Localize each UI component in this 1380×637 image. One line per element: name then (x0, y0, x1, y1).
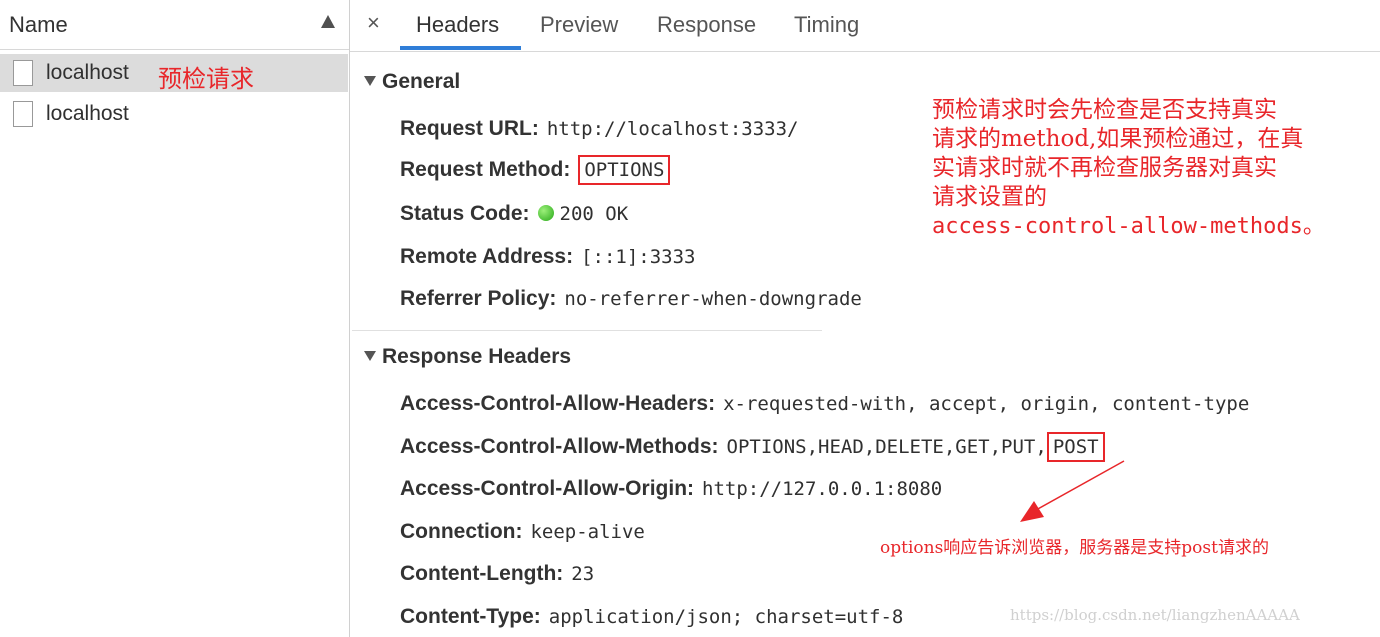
active-tab-indicator (400, 46, 521, 50)
request-name: localhost (46, 61, 129, 84)
header-value: 200 OK (559, 203, 629, 225)
header-key: Content-Length: (400, 562, 564, 585)
header-key: Request URL: (400, 117, 539, 140)
section-divider (352, 330, 822, 331)
sort-ascending-icon[interactable] (321, 15, 335, 28)
header-key: Content-Type: (400, 605, 541, 628)
header-row-connection: Connection: keep-alive (400, 520, 645, 544)
header-row-status-code: Status Code: 200 OK (400, 202, 628, 226)
general-section-title: General (382, 70, 461, 93)
note-line: 实请求时就不再检查服务器对真实 (932, 155, 1277, 181)
header-key: Referrer Policy: (400, 287, 557, 310)
header-value: x-requested-with, accept, origin, conten… (723, 393, 1250, 415)
header-row-allow-headers: Access-Control-Allow-Headers: x-requested… (400, 392, 1249, 416)
header-value: [::1]:3333 (581, 246, 696, 268)
header-key: Request Method: (400, 158, 571, 181)
header-row-content-length: Content-Length: 23 (400, 562, 594, 586)
tab-response[interactable]: Response (657, 12, 756, 38)
response-headers-section-title: Response Headers (382, 345, 572, 368)
preflight-explanation-note: 预检请求时会先检查是否支持真实 请求的method,如果预检通过，在真 实请求时… (932, 96, 1362, 241)
header-value: keep-alive (530, 521, 645, 543)
note-line: 请求的method,如果预检通过，在真 (932, 126, 1304, 152)
header-key: Access-Control-Allow-Methods: (400, 435, 719, 458)
options-response-note: options响应告诉浏览器，服务器是支持post请求的 (880, 538, 1269, 558)
preflight-annotation: 预检请求 (158, 65, 254, 93)
tab-headers[interactable]: Headers (416, 12, 499, 38)
blog-watermark: https://blog.csdn.net/liangzhenAAAAA (1010, 606, 1300, 624)
request-row[interactable]: localhost (0, 95, 348, 133)
annotation-arrow-icon (1020, 460, 1125, 522)
status-ok-icon (537, 205, 554, 221)
header-key: Status Code: (400, 202, 530, 225)
header-value: application/json; charset=utf-8 (548, 606, 904, 628)
close-icon[interactable]: × (367, 10, 380, 36)
header-row-allow-methods: Access-Control-Allow-Methods: OPTIONS,HEA… (400, 428, 1105, 462)
file-icon (13, 60, 33, 86)
name-column-header[interactable]: Name (0, 0, 349, 50)
highlighted-method-value: OPTIONS (578, 155, 671, 185)
note-code-line: access-control-allow-methods。 (932, 214, 1325, 239)
header-value: http://localhost:3333/ (546, 118, 799, 140)
header-row-allow-origin: Access-Control-Allow-Origin: http://127.0… (400, 477, 942, 501)
header-key: Access-Control-Allow-Origin: (400, 477, 695, 500)
general-section-toggle[interactable]: General (364, 70, 460, 94)
header-key: Access-Control-Allow-Headers: (400, 392, 716, 415)
header-value: OPTIONS,HEAD,DELETE,GET,PUT, (726, 436, 1047, 458)
response-headers-section-toggle[interactable]: Response Headers (364, 345, 571, 369)
name-column-label: Name (9, 12, 68, 37)
header-row-request-url: Request URL: http://localhost:3333/ (400, 117, 799, 141)
header-row-content-type: Content-Type: application/json; charset=u… (400, 605, 903, 629)
request-list-panel: Name localhost 预检请求 localhost (0, 0, 350, 637)
note-line: 预检请求时会先检查是否支持真实 (932, 97, 1277, 123)
request-row[interactable]: localhost 预检请求 (0, 54, 348, 93)
header-key: Connection: (400, 520, 523, 543)
header-key: Remote Address: (400, 245, 574, 268)
tab-preview[interactable]: Preview (540, 12, 618, 38)
detail-tab-bar: × Headers Preview Response Timing (350, 0, 1380, 52)
file-icon (13, 101, 33, 127)
header-value: http://127.0.0.1:8080 (702, 478, 943, 500)
header-value: no-referrer-when-downgrade (564, 288, 862, 310)
header-value: 23 (571, 563, 595, 585)
header-row-remote-address: Remote Address: [::1]:3333 (400, 245, 696, 269)
header-row-request-method: Request Method: OPTIONS (400, 150, 671, 185)
tab-timing[interactable]: Timing (794, 12, 859, 38)
request-name: localhost (46, 102, 129, 125)
collapse-triangle-icon (364, 76, 376, 86)
note-line: 请求设置的 (932, 184, 1047, 210)
header-row-referrer-policy: Referrer Policy: no-referrer-when-downgra… (400, 287, 862, 311)
collapse-triangle-icon (364, 351, 376, 361)
